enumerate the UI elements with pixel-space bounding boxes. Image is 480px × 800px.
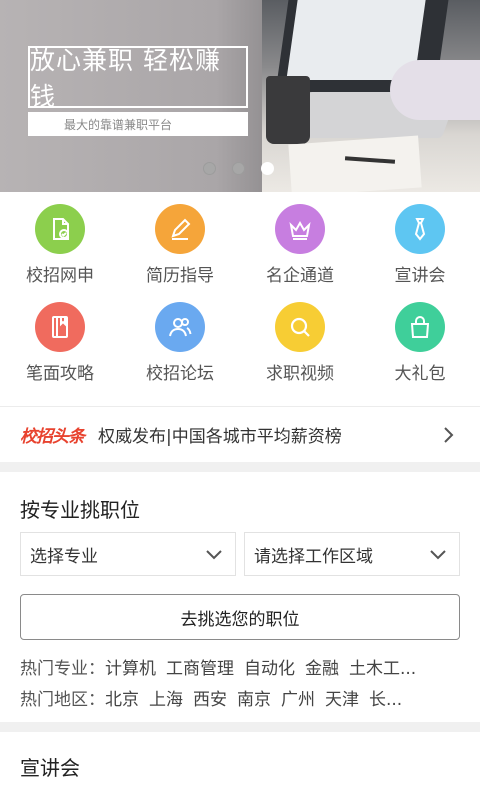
hot-major-tag[interactable]: 自动化 — [244, 654, 295, 679]
major-filter-section: 按专业挑职位 选择专业 请选择工作区域 去挑选您的职位 热门专业： 计算机 工商… — [0, 472, 480, 722]
hot-major-tag[interactable]: 计算机 — [105, 654, 156, 679]
hot-area-tag[interactable]: 天津 — [325, 685, 359, 710]
grid-item-gift-pack[interactable]: 大礼包 — [360, 302, 480, 400]
section-divider — [0, 722, 480, 732]
grid-label: 大礼包 — [394, 364, 446, 384]
tie-icon — [395, 204, 445, 254]
pencil-icon — [155, 204, 205, 254]
banner-photo-paper — [288, 135, 422, 192]
search-icon — [275, 302, 325, 352]
document-check-icon — [35, 204, 85, 254]
section-divider — [0, 462, 480, 472]
grid-label: 宣讲会 — [394, 266, 446, 286]
major-select-value: 选择专业 — [30, 546, 98, 567]
banner-slogan: 放心兼职 轻松赚钱 — [30, 46, 221, 111]
carousel-dot[interactable] — [203, 162, 216, 175]
grid-label: 校招论坛 — [146, 364, 214, 384]
grid-label: 名企通道 — [266, 266, 334, 286]
find-jobs-button[interactable]: 去挑选您的职位 — [20, 594, 460, 640]
grid-item-forum[interactable]: 校招论坛 — [120, 302, 240, 400]
hot-majors-label: 热门专业： — [20, 659, 105, 679]
filter-selects: 选择专业 请选择工作区域 — [20, 532, 460, 576]
chevron-right-icon[interactable] — [438, 425, 458, 445]
banner-photo-arm — [390, 60, 480, 120]
grid-label: 简历指导 — [146, 266, 214, 286]
grid-item-resume-guide[interactable]: 简历指导 — [120, 204, 240, 302]
grid-label: 求职视频 — [266, 364, 334, 384]
grid-label: 笔面攻略 — [26, 364, 94, 384]
banner-slogan-box: 放心兼职 轻松赚钱 — [28, 46, 248, 111]
headline-tag: 校招头条 — [20, 427, 85, 447]
hot-area-tag[interactable]: 长... — [369, 685, 402, 710]
banner-subtitle: 最大的靠谱兼职平台 — [28, 112, 248, 136]
hot-tags-block: 热门专业： 计算机 工商管理 自动化 金融 土木工... 热门地区： 北京 上海… — [20, 644, 460, 722]
hot-areas-row: 热门地区： 北京 上海 西安 南京 广州 天津 长... — [20, 685, 460, 710]
chevron-down-icon — [206, 550, 222, 560]
notebook-icon — [35, 302, 85, 352]
grid-label: 校招网申 — [26, 266, 94, 286]
banner-carousel[interactable]: 放心兼职 轻松赚钱 最大的靠谱兼职平台 — [0, 0, 480, 192]
hot-area-tag[interactable]: 西安 — [193, 685, 227, 710]
gift-bag-icon — [395, 302, 445, 352]
hot-area-tag[interactable]: 北京 — [105, 685, 139, 710]
hot-major-tag[interactable]: 土木工... — [349, 654, 416, 679]
hot-majors-row: 热门专业： 计算机 工商管理 自动化 金融 土木工... — [20, 654, 460, 679]
headline-news-bar[interactable]: 校招头条 权威发布|中国各城市平均薪资榜 — [0, 406, 480, 462]
carousel-dots — [203, 162, 274, 175]
hot-area-tag[interactable]: 南京 — [237, 685, 271, 710]
hot-major-tag[interactable]: 工商管理 — [166, 654, 234, 679]
banner-photo-mug — [266, 76, 310, 144]
users-icon — [155, 302, 205, 352]
major-select[interactable]: 选择专业 — [20, 532, 236, 576]
carousel-dot[interactable] — [232, 162, 245, 175]
hot-area-tag[interactable]: 上海 — [149, 685, 183, 710]
headline-text[interactable]: 权威发布|中国各城市平均薪资榜 — [98, 422, 342, 447]
hot-areas-label: 热门地区： — [20, 690, 105, 710]
crown-icon — [275, 204, 325, 254]
grid-item-campus-apply[interactable]: 校招网申 — [0, 204, 120, 302]
grid-item-seminar[interactable]: 宣讲会 — [360, 204, 480, 302]
grid-item-top-companies[interactable]: 名企通道 — [240, 204, 360, 302]
hot-area-tag[interactable]: 广州 — [281, 685, 315, 710]
grid-item-job-videos[interactable]: 求职视频 — [240, 302, 360, 400]
chevron-down-icon — [430, 550, 446, 560]
carousel-dot-active[interactable] — [261, 162, 274, 175]
area-select[interactable]: 请选择工作区域 — [244, 532, 460, 576]
area-select-value: 请选择工作区域 — [254, 546, 373, 567]
feature-grid: 校招网申 简历指导 名企通道 宣讲会 笔面攻略 校招论坛 求职视频 大礼包 — [0, 192, 480, 400]
seminar-section-title: 宣讲会 — [20, 756, 80, 780]
grid-item-exam-tips[interactable]: 笔面攻略 — [0, 302, 120, 400]
section-title: 按专业挑职位 — [20, 498, 140, 522]
hot-major-tag[interactable]: 金融 — [305, 654, 339, 679]
